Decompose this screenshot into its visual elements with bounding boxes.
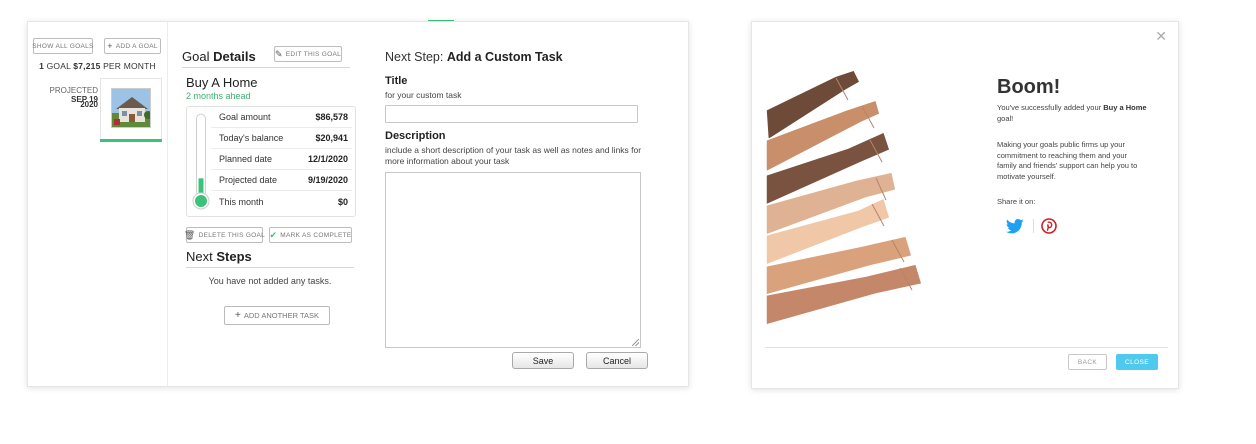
stat-row-this-month: This month $0	[211, 191, 352, 212]
success-modal: ✕ Boom! You've successfully added your B…	[751, 21, 1179, 389]
goal-summary: 1 GOAL $7,215 PER MONTH	[28, 61, 167, 71]
stat-row-goal-amount: Goal amount $86,578	[211, 107, 352, 128]
stat-value: $86,578	[315, 112, 348, 122]
clapping-hands-image	[766, 70, 923, 325]
goal-status: 2 months ahead	[186, 91, 251, 101]
twitter-icon[interactable]	[1006, 219, 1024, 234]
stat-value: $0	[337, 196, 348, 207]
share-buttons	[1004, 218, 1064, 234]
stat-row-todays-balance: Today's balance $20,941	[211, 128, 352, 149]
add-task-button[interactable]: + ADD ANOTHER TASK	[224, 306, 330, 325]
goal-name: Buy A Home	[186, 75, 258, 90]
checkmark-icon: ✔	[269, 229, 278, 240]
back-label: BACK	[1077, 358, 1098, 366]
column-divider	[167, 22, 168, 386]
projected-date-block: PROJECTED SEP 19 2020	[42, 86, 98, 109]
goal-stats-box: Goal amount $86,578 Today's balance $20,…	[186, 106, 356, 217]
back-button[interactable]: BACK	[1068, 354, 1107, 370]
close-label: CLOSE	[1124, 358, 1150, 366]
edit-goal-label: EDIT THIS GOAL	[285, 50, 342, 58]
house-image	[111, 88, 151, 128]
stat-row-planned-date: Planned date 12/1/2020	[211, 149, 352, 170]
success-goal-name: Buy a Home	[1103, 103, 1147, 112]
save-label: Save	[532, 355, 554, 366]
stat-label: Today's balance	[219, 133, 284, 143]
pencil-icon: ✎	[274, 48, 283, 59]
success-message-post: goal!	[997, 113, 1014, 123]
thermometer-icon	[192, 113, 210, 210]
show-all-goals-label: SHOW ALL GOALS	[32, 42, 94, 50]
mark-complete-label: MARK AS COMPLETE	[280, 231, 352, 239]
form-title-prefix: Next Step:	[385, 50, 444, 64]
goal-panel: SHOW ALL GOALS + ADD A GOAL 1 GOAL $7,21…	[27, 21, 689, 387]
title-hint: for your custom task	[385, 90, 462, 100]
modal-footer-divider	[765, 347, 1168, 348]
description-textarea[interactable]	[385, 172, 641, 348]
stat-label: Goal amount	[219, 112, 271, 122]
form-title-main: Add a Custom Task	[446, 50, 563, 64]
show-all-goals-button[interactable]: SHOW ALL GOALS	[32, 38, 94, 54]
empty-tasks-message: You have not added any tasks.	[208, 276, 332, 286]
share-label: Share it on:	[997, 197, 1036, 206]
resize-grip-icon[interactable]	[632, 339, 639, 346]
goal-card-buy-a-home[interactable]	[100, 78, 162, 140]
success-message: You've successfully added your Buy a Hom…	[997, 103, 1147, 124]
next-steps-heading-light: Next	[186, 249, 213, 264]
share-divider	[1033, 219, 1034, 233]
cancel-button[interactable]: Cancel	[586, 352, 648, 369]
mark-complete-button[interactable]: ✔ MARK AS COMPLETE	[269, 227, 352, 243]
save-button[interactable]: Save	[512, 352, 574, 369]
stat-row-projected-date: Projected date 9/19/2020	[211, 170, 352, 191]
goal-word: GOAL	[46, 61, 71, 71]
stat-label: Planned date	[219, 154, 273, 164]
edit-goal-button[interactable]: ✎ EDIT THIS GOAL	[274, 46, 342, 62]
next-steps-divider	[186, 267, 354, 268]
goal-details-heading-bold: Details	[213, 49, 256, 64]
description-hint: include a short description of your task…	[385, 145, 642, 166]
success-message-pre: You've successfully added your	[997, 103, 1102, 112]
trash-icon: 🗑	[183, 229, 196, 240]
projected-label: PROJECTED	[49, 86, 98, 95]
close-icon[interactable]: ✕	[1155, 28, 1167, 45]
close-button[interactable]: CLOSE	[1116, 354, 1158, 370]
delete-goal-button[interactable]: 🗑 DELETE THIS GOAL	[183, 227, 266, 243]
modal-heading: Boom!	[997, 76, 1061, 98]
title-input[interactable]	[385, 105, 638, 123]
add-task-label: ADD ANOTHER TASK	[243, 311, 319, 320]
next-steps-heading: Next Steps	[186, 249, 252, 264]
add-goal-button[interactable]: + ADD A GOAL	[104, 38, 161, 54]
description-label: Description	[385, 130, 446, 142]
stat-label: This month	[219, 196, 264, 207]
stat-label: Projected date	[219, 175, 278, 185]
goal-count: 1	[39, 61, 45, 71]
plus-icon: +	[107, 40, 113, 51]
form-title: Next Step: Add a Custom Task	[385, 50, 563, 64]
per-month-label: PER MONTH	[103, 61, 156, 71]
cancel-label: Cancel	[602, 355, 631, 366]
details-divider	[182, 67, 350, 68]
delete-goal-label: DELETE THIS GOAL	[198, 231, 266, 239]
title-label: Title	[385, 75, 408, 87]
goal-details-heading-light: Goal	[182, 49, 210, 64]
monthly-amount: $7,215	[73, 61, 101, 71]
pinterest-icon[interactable]	[1041, 218, 1057, 234]
selected-goal-indicator	[100, 139, 162, 142]
stat-value: 9/19/2020	[307, 175, 348, 185]
share-encouragement-text: Making your goals public firms up your c…	[997, 140, 1138, 181]
projected-year: 2020	[80, 100, 98, 109]
stat-value: 12/1/2020	[307, 154, 348, 164]
next-steps-heading-bold: Steps	[216, 249, 252, 264]
plus-icon: +	[235, 310, 241, 321]
goal-details-heading: Goal Details	[182, 49, 256, 64]
add-goal-label: ADD A GOAL	[115, 42, 158, 50]
stat-value: $20,941	[315, 133, 348, 143]
